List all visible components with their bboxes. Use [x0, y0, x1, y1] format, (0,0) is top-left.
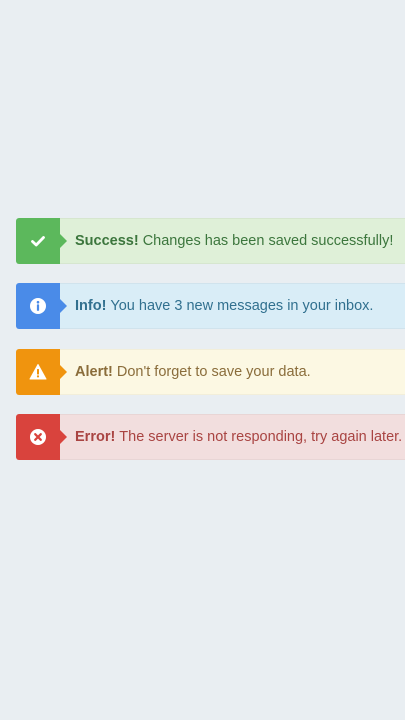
info-alert: Info! You have 3 new messages in your in… — [16, 283, 405, 329]
info-alert-message: You have 3 new messages in your inbox. — [110, 298, 374, 314]
check-icon — [31, 236, 45, 247]
info-icon — [30, 298, 46, 314]
warning-alert: Alert! Don't forget to save your data. — [16, 349, 405, 395]
info-icon-box — [16, 283, 67, 329]
success-alert-body: Success! Changes has been saved successf… — [60, 218, 405, 264]
warning-alert-title: Alert! — [75, 364, 113, 380]
danger-icon-box — [16, 414, 67, 460]
page: { "colors": { "page_background": "#e9eef… — [0, 0, 405, 720]
danger-alert-title: Error! — [75, 429, 116, 445]
alert-list: Success! Changes has been saved successf… — [16, 218, 405, 479]
error-circle-x-icon — [30, 429, 46, 445]
warning-triangle-icon — [29, 364, 47, 380]
warning-alert-message: Don't forget to save your data. — [116, 364, 311, 380]
success-icon-box — [16, 218, 67, 264]
info-alert-body: Info! You have 3 new messages in your in… — [60, 283, 405, 329]
danger-alert: Error! The server is not responding, try… — [16, 414, 405, 460]
success-alert-message: Changes has been saved successfully! — [142, 233, 394, 249]
warning-alert-body: Alert! Don't forget to save your data. — [60, 349, 405, 395]
danger-alert-body: Error! The server is not responding, try… — [60, 414, 405, 460]
success-alert: Success! Changes has been saved successf… — [16, 218, 405, 264]
success-alert-title: Success! — [75, 233, 139, 249]
danger-alert-message: The server is not responding, try again … — [119, 429, 403, 445]
warning-icon-box — [16, 349, 67, 395]
info-alert-title: Info! — [75, 298, 107, 314]
